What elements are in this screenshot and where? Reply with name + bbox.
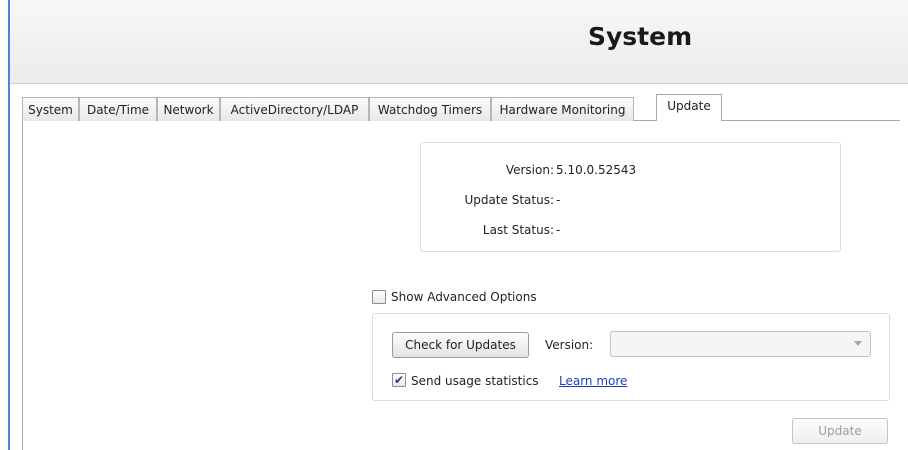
- tab-active-directory-ldap[interactable]: ActiveDirectory/LDAP: [220, 97, 369, 121]
- tab-watchdog-timers[interactable]: Watchdog Timers: [369, 97, 491, 121]
- version-info-panel: Version: 5.10.0.52543 Update Status: - L…: [420, 142, 841, 252]
- send-usage-statistics-label[interactable]: Send usage statistics: [411, 374, 539, 388]
- version-value: 5.10.0.52543: [556, 163, 637, 177]
- update-button[interactable]: Update: [792, 418, 888, 444]
- last-status-row: Last Status: -: [421, 223, 842, 241]
- version-select-label: Version:: [545, 338, 594, 352]
- update-status-row: Update Status: -: [421, 193, 842, 211]
- version-label: Version:: [505, 163, 554, 177]
- last-status-label: Last Status:: [482, 223, 554, 237]
- tab-date-time[interactable]: Date/Time: [79, 97, 157, 121]
- show-advanced-checkbox[interactable]: [372, 290, 386, 304]
- header: System: [10, 0, 908, 84]
- last-status-value: -: [556, 223, 561, 237]
- learn-more-link[interactable]: Learn more: [559, 374, 627, 388]
- version-select[interactable]: [610, 331, 871, 357]
- update-status-value: -: [556, 193, 561, 207]
- tab-bar: System Date/Time Network ActiveDirectory…: [22, 94, 900, 122]
- tab-update[interactable]: Update: [656, 94, 722, 122]
- check-for-updates-button[interactable]: Check for Updates: [392, 332, 529, 358]
- page-title: System: [588, 22, 693, 51]
- send-usage-statistics-checkbox[interactable]: ✔: [392, 373, 406, 387]
- tab-system[interactable]: System: [22, 97, 79, 121]
- tab-hardware-monitoring[interactable]: Hardware Monitoring: [491, 97, 634, 121]
- update-status-label: Update Status:: [464, 193, 554, 207]
- version-row: Version: 5.10.0.52543: [421, 163, 842, 181]
- show-advanced-label[interactable]: Show Advanced Options: [391, 290, 537, 304]
- tab-network[interactable]: Network: [157, 97, 220, 121]
- chevron-down-icon: [854, 341, 862, 346]
